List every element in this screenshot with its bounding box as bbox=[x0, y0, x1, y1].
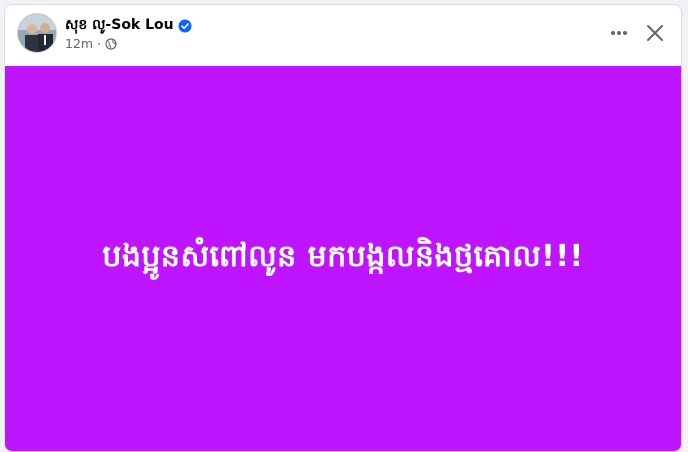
verified-badge-icon bbox=[178, 19, 192, 33]
post-text-background: បងប្អូនសំពៅលូន មកបង្កលនិងថ្មគោល!!! bbox=[5, 66, 681, 451]
more-options-icon bbox=[611, 31, 627, 35]
close-button[interactable] bbox=[641, 19, 669, 47]
post-header: សុខ លូ-Sok Lou 12m · bbox=[5, 5, 681, 66]
author-avatar[interactable] bbox=[17, 13, 57, 53]
more-options-button[interactable] bbox=[605, 19, 633, 47]
post-text: បងប្អូនសំពៅលូន មកបង្កលនិងថ្មគោល!!! bbox=[102, 239, 584, 274]
meta-separator: · bbox=[97, 36, 102, 51]
author-name[interactable]: សុខ លូ-Sok Lou bbox=[65, 15, 174, 36]
author-row: សុខ លូ-Sok Lou bbox=[65, 15, 192, 36]
facebook-post-card: សុខ លូ-Sok Lou 12m · បងប្អូនសំពៅលូន មកបង… bbox=[4, 4, 682, 452]
post-meta: 12m · bbox=[65, 36, 117, 51]
globe-icon[interactable] bbox=[105, 37, 117, 50]
close-icon bbox=[647, 25, 663, 41]
post-timestamp[interactable]: 12m bbox=[65, 36, 93, 51]
avatar-photo-icon bbox=[18, 14, 56, 52]
